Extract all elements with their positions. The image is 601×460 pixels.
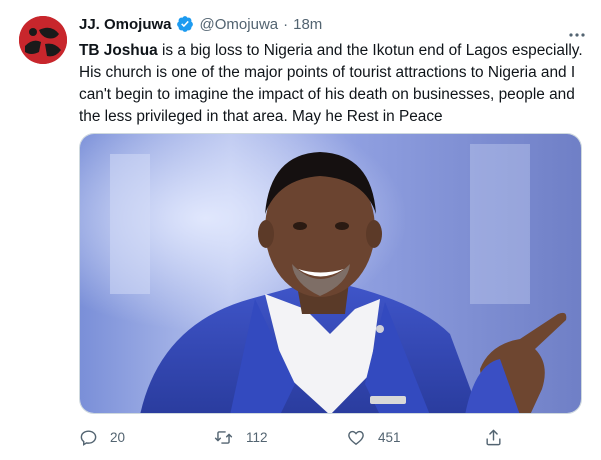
tweet-photo[interactable]: [79, 133, 582, 414]
reply-icon: [80, 430, 97, 446]
tweet-actions: 20 112 451: [79, 428, 509, 448]
like-button[interactable]: 451: [346, 428, 401, 447]
retweet-button[interactable]: 112: [213, 428, 268, 447]
like-count: 451: [378, 430, 401, 445]
author-name[interactable]: JJ. Omojuwa: [79, 16, 172, 33]
share-icon: [486, 429, 501, 446]
reply-button[interactable]: 20: [79, 428, 125, 447]
retweet-icon: [214, 431, 233, 444]
share-button[interactable]: [484, 428, 515, 447]
more-dots-icon[interactable]: [564, 25, 590, 45]
tweet-time[interactable]: 18m: [293, 16, 322, 33]
tweet-text: TB Joshua is a big loss to Nigeria and t…: [79, 40, 584, 128]
verified-badge-icon: [176, 15, 194, 33]
reply-count: 20: [110, 430, 126, 445]
tweet-header: JJ. Omojuwa @Omojuwa · 18m: [79, 12, 584, 36]
retweet-count: 112: [246, 430, 268, 445]
tweet-text-bold: TB Joshua: [79, 42, 158, 59]
heart-icon: [348, 430, 364, 446]
header-separator: ·: [283, 15, 289, 33]
avatar[interactable]: [19, 16, 67, 64]
tweet[interactable]: JJ. Omojuwa @Omojuwa · 18m TB Joshua is …: [0, 0, 601, 460]
author-handle[interactable]: @Omojuwa: [200, 16, 279, 33]
tweet-content: JJ. Omojuwa @Omojuwa · 18m TB Joshua is …: [79, 12, 585, 128]
